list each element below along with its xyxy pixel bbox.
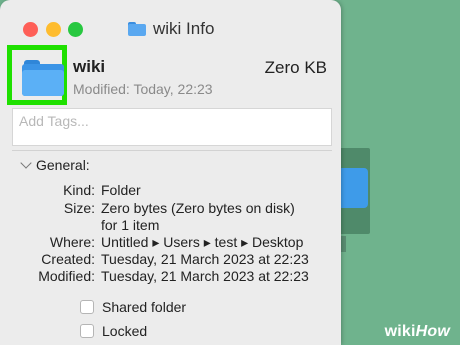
size-value: Zero bytes (Zero bytes on disk) (101, 200, 295, 216)
modified-row: Modified: Tuesday, 21 March 2023 at 22:2… (0, 268, 341, 284)
general-heading: General: (36, 157, 90, 173)
created-label: Created: (41, 251, 95, 267)
close-button[interactable] (23, 22, 38, 37)
tags-input[interactable] (12, 108, 332, 146)
size-label: Size: (63, 200, 95, 216)
general-section-toggle[interactable]: General: (20, 157, 90, 173)
minimize-button[interactable] (46, 22, 61, 37)
size-items-row: for 1 item (0, 217, 341, 233)
file-modified: Modified: Today, 22:23 (73, 81, 213, 97)
checkbox-box[interactable] (80, 324, 94, 338)
zoom-button[interactable] (68, 22, 83, 37)
kind-label: Kind: (63, 182, 95, 198)
where-row: Where: Untitled ▸ Users ▸ test ▸ Desktop (0, 234, 341, 250)
watermark-logo: wikiHow (384, 323, 450, 340)
modified-value: Tuesday, 21 March 2023 at 22:23 (101, 268, 309, 284)
window-title: wiki Info (128, 18, 214, 40)
locked-label: Locked (102, 323, 148, 339)
file-size: Zero KB (264, 58, 327, 77)
chevron-down-icon (20, 157, 32, 169)
where-label: Where: (49, 234, 95, 250)
file-name[interactable]: wiki (73, 57, 105, 77)
kind-row: Kind: Folder (0, 182, 341, 198)
checkbox-box[interactable] (80, 300, 94, 314)
size-row: Size: Zero bytes (Zero bytes on disk) (0, 200, 341, 216)
created-row: Created: Tuesday, 21 March 2023 at 22:23 (0, 251, 341, 267)
folder-icon (128, 22, 146, 36)
window-title-text: wiki Info (153, 19, 215, 38)
divider (12, 150, 332, 151)
shared-folder-label: Shared folder (102, 299, 187, 315)
folder-icon (338, 168, 368, 208)
locked-checkbox[interactable]: Locked (80, 323, 147, 339)
info-window: wiki Info wiki Zero KB Modified: Today, … (0, 0, 341, 345)
title-bar[interactable]: wiki Info (0, 0, 341, 44)
kind-value: Folder (101, 182, 141, 198)
folder-icon[interactable] (22, 60, 64, 96)
modified-label: Modified: (38, 268, 95, 284)
size-items-value: for 1 item (101, 217, 160, 233)
shared-folder-checkbox[interactable]: Shared folder (80, 299, 186, 315)
created-value: Tuesday, 21 March 2023 at 22:23 (101, 251, 309, 267)
where-value: Untitled ▸ Users ▸ test ▸ Desktop (101, 234, 304, 250)
